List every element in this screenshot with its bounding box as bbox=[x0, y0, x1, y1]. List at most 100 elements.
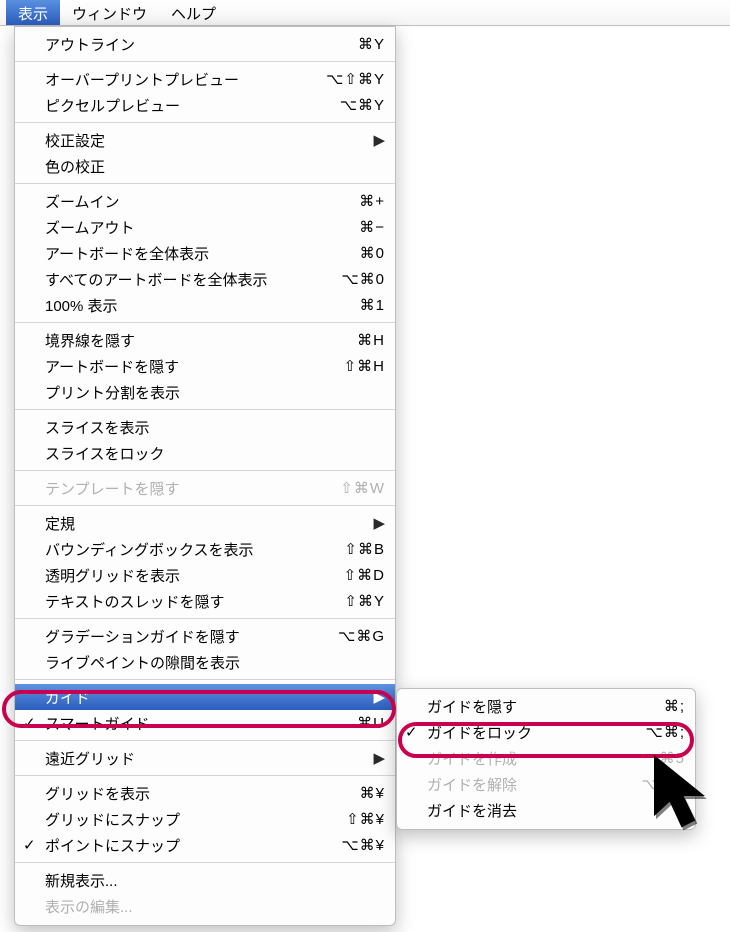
mi-label: 遠近グリッド bbox=[45, 748, 365, 769]
mi-actual-size[interactable]: 100% 表示 ⌘1 bbox=[15, 292, 395, 318]
mi-shortcut: ⌥⌘Y bbox=[340, 96, 385, 114]
mi-lock-slices[interactable]: スライスをロック bbox=[15, 440, 395, 466]
check-icon: ✓ bbox=[23, 714, 36, 732]
mi-shortcut: ⌘H bbox=[357, 331, 385, 349]
mi-show-live-paint-gaps[interactable]: ライブペイントの隙間を表示 bbox=[15, 649, 395, 675]
separator bbox=[15, 179, 395, 188]
mi-zoom-out[interactable]: ズームアウト ⌘− bbox=[15, 214, 395, 240]
mi-shortcut: ⌘+ bbox=[359, 192, 385, 210]
mi-shortcut: ⌥⇧⌘Y bbox=[326, 70, 385, 88]
mi-make-guides: ガイドを作成⌘5 bbox=[397, 745, 695, 771]
mi-shortcut: ⇧⌘D bbox=[344, 566, 385, 584]
mi-show-print-tiling[interactable]: プリント分割を表示 bbox=[15, 379, 395, 405]
mi-fit-artboard[interactable]: アートボードを全体表示⌘0 bbox=[15, 240, 395, 266]
mi-shortcut: ⌥⌘0 bbox=[341, 270, 385, 288]
menubar[interactable]: 表示 ウィンドウ ヘルプ bbox=[0, 0, 730, 26]
mi-show-grid[interactable]: グリッドを表示 ⌘¥ bbox=[15, 780, 395, 806]
mi-shortcut: ⌥⌘; bbox=[646, 723, 685, 741]
mi-label: ガイドを作成 bbox=[427, 748, 646, 769]
mi-hide-gradient-annotator[interactable]: グラデーションガイドを隠す ⌥⌘G bbox=[15, 623, 395, 649]
mi-snap-to-grid[interactable]: グリッドにスナップ ⇧⌘¥ bbox=[15, 806, 395, 832]
mi-shortcut: ⌘1 bbox=[360, 296, 385, 314]
mi-label: グラデーションガイドを隠す bbox=[45, 626, 324, 647]
mi-shortcut: ⇧⌘Y bbox=[344, 592, 385, 610]
mi-label: ガイド bbox=[45, 687, 365, 708]
mi-label: 色の校正 bbox=[45, 156, 385, 177]
separator bbox=[15, 405, 395, 414]
mi-smart-guides[interactable]: ✓スマートガイド⌘U bbox=[15, 710, 395, 736]
separator bbox=[15, 57, 395, 66]
mi-hide-text-threads[interactable]: テキストのスレッドを隠す⇧⌘Y bbox=[15, 588, 395, 614]
mi-label: スライスをロック bbox=[45, 443, 385, 464]
mi-label: ズームアウト bbox=[45, 217, 345, 238]
mi-label: アウトライン bbox=[45, 34, 344, 55]
separator bbox=[15, 675, 395, 684]
submenu-arrow-icon: ▶ bbox=[373, 688, 385, 706]
view-menu: アウトライン⌘Y オーバープリントプレビュー⌥⇧⌘Y ピクセルプレビュー⌥⌘Y … bbox=[14, 26, 396, 926]
mi-fit-all-artboards[interactable]: すべてのアートボードを全体表示 ⌥⌘0 bbox=[15, 266, 395, 292]
separator bbox=[15, 466, 395, 475]
mi-zoom-in[interactable]: ズームイン⌘+ bbox=[15, 188, 395, 214]
mi-hide-artboards[interactable]: アートボードを隠す ⇧⌘H bbox=[15, 353, 395, 379]
mi-label: すべてのアートボードを全体表示 bbox=[45, 269, 327, 290]
menubar-window[interactable]: ウィンドウ bbox=[60, 0, 159, 25]
mi-shortcut: ⌘0 bbox=[360, 244, 385, 262]
mi-proof-colors[interactable]: 色の校正 bbox=[15, 153, 395, 179]
mi-label: アートボードを隠す bbox=[45, 356, 330, 377]
mi-label: ライブペイントの隙間を表示 bbox=[45, 652, 385, 673]
mi-proof-setup[interactable]: 校正設定 ▶ bbox=[15, 127, 395, 153]
separator bbox=[15, 318, 395, 327]
mi-lock-guides[interactable]: ✓ ガイドをロック ⌥⌘; bbox=[397, 719, 695, 745]
mi-clear-guides[interactable]: ガイドを消去 bbox=[397, 797, 695, 823]
mi-outline[interactable]: アウトライン ⌘Y bbox=[15, 31, 395, 57]
mi-rulers[interactable]: 定規▶ bbox=[15, 510, 395, 536]
separator bbox=[15, 118, 395, 127]
mi-edit-views: 表示の編集... bbox=[15, 893, 395, 919]
mi-label: 校正設定 bbox=[45, 130, 365, 151]
separator bbox=[15, 501, 395, 510]
check-icon: ✓ bbox=[405, 723, 418, 741]
submenu-arrow-icon: ▶ bbox=[373, 131, 385, 149]
mi-snap-to-point[interactable]: ✓ポイントにスナップ⌥⌘¥ bbox=[15, 832, 395, 858]
menubar-view[interactable]: 表示 bbox=[6, 0, 60, 25]
mi-shortcut: ⌘¥ bbox=[360, 784, 385, 802]
mi-label: 表示の編集... bbox=[45, 896, 385, 917]
mi-shortcut: ⌥⌘5 bbox=[641, 775, 685, 793]
mi-label: ポイントにスナップ bbox=[45, 835, 327, 856]
mi-guides[interactable]: ガイド ▶ bbox=[15, 684, 395, 710]
separator bbox=[15, 771, 395, 780]
mi-shortcut: ⌥⌘G bbox=[338, 627, 385, 645]
mi-label: ガイドを隠す bbox=[427, 696, 650, 717]
mi-shortcut: ⌘; bbox=[664, 697, 685, 715]
mi-shortcut: ⌘− bbox=[359, 218, 385, 236]
mi-label: グリッドにスナップ bbox=[45, 809, 332, 830]
mi-label: ガイドを解除 bbox=[427, 774, 627, 795]
mi-show-slices[interactable]: スライスを表示 bbox=[15, 414, 395, 440]
mi-shortcut: ⇧⌘W bbox=[340, 479, 385, 497]
guides-submenu: ガイドを隠す⌘; ✓ガイドをロック⌥⌘; ガイドを作成⌘5 ガイドを解除⌥⌘5 … bbox=[396, 688, 696, 830]
mi-hide-template: テンプレートを隠す⇧⌘W bbox=[15, 475, 395, 501]
mi-overprint-preview[interactable]: オーバープリントプレビュー⌥⇧⌘Y bbox=[15, 66, 395, 92]
mi-show-bounding-box[interactable]: バウンディングボックスを表示 ⇧⌘B bbox=[15, 536, 395, 562]
mi-label: スマートガイド bbox=[45, 713, 343, 734]
mi-shortcut: ⇧⌘H bbox=[344, 357, 385, 375]
mi-label: プリント分割を表示 bbox=[45, 382, 385, 403]
separator bbox=[15, 858, 395, 867]
mi-label: グリッドを表示 bbox=[45, 783, 346, 804]
mi-shortcut: ⇧⌘B bbox=[344, 540, 385, 558]
menubar-help[interactable]: ヘルプ bbox=[159, 0, 228, 25]
mi-label: バウンディングボックスを表示 bbox=[45, 539, 330, 560]
mi-label: 100% 表示 bbox=[45, 295, 346, 316]
mi-new-view[interactable]: 新規表示... bbox=[15, 867, 395, 893]
submenu-arrow-icon: ▶ bbox=[373, 514, 385, 532]
mi-label: ガイドをロック bbox=[427, 722, 632, 743]
mi-release-guides: ガイドを解除 ⌥⌘5 bbox=[397, 771, 695, 797]
mi-hide-guides[interactable]: ガイドを隠す ⌘; bbox=[397, 693, 695, 719]
mi-label: スライスを表示 bbox=[45, 417, 385, 438]
mi-shortcut: ⌘Y bbox=[358, 35, 385, 53]
mi-hide-edges[interactable]: 境界線を隠す⌘H bbox=[15, 327, 395, 353]
mi-shortcut: ⇧⌘¥ bbox=[346, 810, 385, 828]
mi-perspective-grid[interactable]: 遠近グリッド▶ bbox=[15, 745, 395, 771]
mi-pixel-preview[interactable]: ピクセルプレビュー⌥⌘Y bbox=[15, 92, 395, 118]
mi-show-transparency-grid[interactable]: 透明グリッドを表示⇧⌘D bbox=[15, 562, 395, 588]
